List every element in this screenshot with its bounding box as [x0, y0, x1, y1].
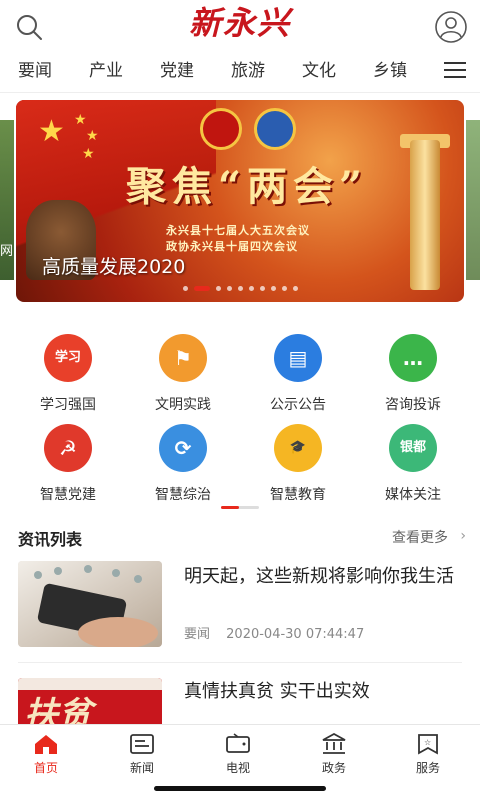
banner-slide[interactable]: ★ ★ ★ ★ 聚焦“两会” 永兴县十七届人大五次会议 政协永兴县十届四次会议 …	[16, 100, 464, 302]
tab-label: 电视	[225, 761, 250, 775]
user-profile-button[interactable]	[434, 10, 468, 44]
national-emblem-icon	[200, 108, 242, 150]
huabiao-pillar-graphic	[410, 140, 440, 290]
banner-caption: 高质量发展2020	[42, 256, 186, 278]
party-flag-icon: ☭	[44, 424, 92, 472]
recycle-icon: ⟳	[159, 424, 207, 472]
category-nav: 要闻 产业 党建 旅游 文化 乡镇	[0, 50, 480, 93]
grid-item-label: 公示公告	[270, 397, 326, 413]
chevron-right-icon[interactable]: ›	[460, 528, 466, 544]
grid-item[interactable]: ⟳ 智慧综治	[123, 424, 243, 504]
tab-label: 首页	[33, 761, 58, 775]
grid-item[interactable]: ⚑ 文明实践	[123, 334, 243, 414]
star-icon: ★	[86, 128, 99, 144]
tab-label: 政务	[321, 761, 346, 775]
carousel-dot[interactable]	[292, 286, 298, 291]
tab-tv[interactable]: 电视	[208, 733, 268, 776]
user-icon	[435, 11, 467, 43]
news-section-header: 资讯列表 查看更多 ›	[0, 522, 480, 552]
star-icon: ★	[82, 146, 95, 162]
grid-item-label: 咨询投诉	[385, 397, 441, 413]
grid-item-label: 媒体关注	[385, 487, 441, 503]
banner-subtitle: 政协永兴县十届四次会议	[166, 240, 298, 253]
grid-item-label: 智慧综治	[155, 487, 211, 503]
carousel-dot[interactable]	[270, 286, 276, 291]
tab-government[interactable]: 政务	[304, 732, 364, 776]
grid-item[interactable]: … 咨询投诉	[353, 334, 473, 414]
media-icon: 银都	[389, 424, 437, 472]
news-icon	[130, 734, 154, 754]
view-more-link[interactable]: 查看更多	[392, 527, 448, 547]
previous-slide-text: 网	[0, 244, 14, 259]
news-category: 要闻	[184, 627, 211, 642]
home-icon	[35, 735, 57, 754]
news-item[interactable]: 明天起，这些新规将影响你我生活 要闻 2020-04-30 07:44:47	[0, 561, 480, 651]
tab-news[interactable]: 新闻	[112, 733, 172, 776]
app-header: 新永兴	[0, 0, 480, 50]
section-title: 资讯列表	[18, 530, 83, 549]
carousel-indicator	[16, 286, 464, 291]
grid-item[interactable]: ▤ 公示公告	[238, 334, 358, 414]
category-tab[interactable]: 旅游	[231, 50, 265, 92]
news-title: 真情扶真贫 实干出实效	[184, 681, 370, 702]
banner-carousel[interactable]: 网 ★ ★ ★ ★ 聚焦“两会” 永兴县十七届人大五次会议 政协永兴县十届四次会…	[0, 100, 480, 302]
grid-item-label: 智慧教育	[270, 487, 326, 503]
news-thumbnail	[18, 561, 162, 647]
news-time: 2020-04-30 07:44:47	[226, 627, 365, 642]
flag-icon: ⚑	[159, 334, 207, 382]
tab-label: 新闻	[129, 761, 154, 775]
carousel-dot[interactable]	[281, 286, 287, 291]
grid-item[interactable]: 银都 媒体关注	[353, 424, 473, 504]
banner-subtitle: 永兴县十七届人大五次会议	[166, 224, 310, 237]
app-logo: 新永兴	[188, 4, 291, 42]
grid-item[interactable]: 🎓 智慧教育	[238, 424, 358, 504]
banner-title: 聚焦“两会”	[126, 163, 369, 210]
news-title: 明天起，这些新规将影响你我生活	[184, 566, 454, 587]
tab-home[interactable]: 首页	[16, 733, 76, 776]
news-thumbnail: 扶贫	[18, 678, 162, 724]
carousel-dot[interactable]	[215, 286, 221, 291]
carousel-dot[interactable]	[193, 286, 210, 291]
carousel-dot[interactable]	[248, 286, 254, 291]
cppcc-emblem-icon	[254, 108, 296, 150]
carousel-dot[interactable]	[259, 286, 265, 291]
chat-icon: …	[389, 334, 437, 382]
grid-item[interactable]: ☭ 智慧党建	[8, 424, 128, 504]
news-meta: 要闻 2020-04-30 07:44:47	[184, 623, 376, 642]
category-tab[interactable]: 要闻	[18, 50, 52, 92]
carousel-dot[interactable]	[182, 286, 188, 291]
svg-text:扶贫: 扶贫	[24, 695, 98, 724]
service-icon: ☆	[418, 734, 438, 755]
category-tab[interactable]: 党建	[160, 50, 194, 92]
menu-icon[interactable]	[444, 62, 466, 80]
grid-item[interactable]: 学习 学习强国	[8, 334, 128, 414]
tab-service[interactable]: ☆ 服务	[398, 733, 458, 776]
tab-label: 服务	[415, 761, 440, 775]
category-tab[interactable]: 文化	[302, 50, 336, 92]
news-item[interactable]: 扶贫 真情扶真贫 实干出实效	[0, 678, 480, 724]
home-indicator[interactable]	[154, 786, 326, 791]
grid-item-label: 学习强国	[40, 397, 96, 413]
star-icon: ★	[74, 112, 87, 128]
divider	[18, 662, 462, 663]
carousel-dot[interactable]	[237, 286, 243, 291]
category-tab[interactable]: 产业	[89, 50, 123, 92]
carousel-dot[interactable]	[226, 286, 232, 291]
grid-item-label: 文明实践	[155, 397, 211, 413]
graduation-cap-icon: 🎓	[274, 424, 322, 472]
category-tab[interactable]: 乡镇	[373, 50, 407, 92]
grid-item-label: 智慧党建	[40, 487, 96, 503]
star-icon: ★	[38, 114, 65, 149]
study-icon: 学习	[44, 334, 92, 382]
grid-page-indicator	[221, 506, 259, 509]
notice-icon: ▤	[274, 334, 322, 382]
tv-icon	[226, 733, 250, 753]
svg-text:☆: ☆	[424, 738, 431, 747]
government-icon	[322, 732, 346, 754]
next-slide-peek[interactable]	[466, 120, 480, 280]
